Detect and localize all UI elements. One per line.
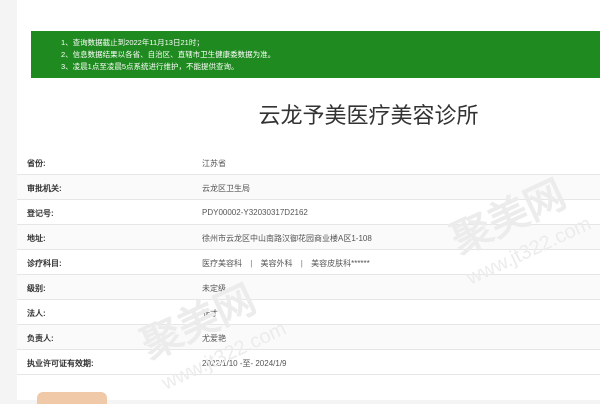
department-separator: | (300, 259, 303, 268)
department-item: 美容外科 (260, 259, 293, 268)
info-row-registration-number: 登记号: PDY00002-Y32030317D2162 (17, 200, 600, 225)
info-row-province: 省份: 江苏省 (17, 150, 600, 175)
row-label: 负责人: (27, 334, 54, 343)
notice-line: 1、查询数据截止到2022年11月13日21时； (61, 38, 204, 47)
notice-line: 3、凌晨1点至凌晨5点系统进行维护，不能提供查询。 (61, 62, 239, 71)
row-label: 登记号: (27, 209, 54, 218)
row-label: 诊疗科目: (27, 259, 62, 268)
department-item: 美容皮肤科****** (311, 259, 370, 268)
info-row-departments: 诊疗科目: 医疗美容科 | 美容外科 | 美容皮肤科****** (17, 250, 600, 275)
row-label: 法人: (27, 309, 46, 318)
row-value: 尤爱艳 (202, 334, 226, 343)
clinic-info-table: 省份: 江苏省 审批机关: 云龙区卫生局 登记号: PDY00002-Y3203… (17, 150, 600, 375)
row-label: 执业许可证有效期: (27, 359, 94, 368)
page-container: 1、查询数据截止到2022年11月13日21时； 2、信息数据结果以各省、自治区… (17, 0, 600, 404)
row-value: 云龙区卫生局 (202, 184, 250, 193)
department-item: 医疗美容科 (202, 259, 242, 268)
info-row-legal-person: 法人: 张才 (17, 300, 600, 325)
row-label: 省份: (27, 159, 46, 168)
info-row-person-in-charge: 负责人: 尤爱艳 (17, 325, 600, 350)
clinic-title: 云龙予美医疗美容诊所 (258, 103, 479, 128)
row-label: 地址: (27, 234, 46, 243)
row-label: 审批机关: (27, 184, 62, 193)
info-row-license-validity: 执业许可证有效期: 2022/1/10 -至- 2024/1/9 (17, 350, 600, 375)
row-value: 徐州市云龙区中山南路汉御花园商业楼A区1-108 (202, 234, 372, 243)
info-row-approval-authority: 审批机关: 云龙区卫生局 (17, 175, 600, 200)
site-logo-icon (37, 392, 107, 404)
row-label: 级别: (27, 284, 46, 293)
row-value: 医疗美容科 | 美容外科 | 美容皮肤科****** (202, 258, 370, 269)
row-value: 未定级 (202, 284, 226, 293)
row-value: 江苏省 (202, 159, 226, 168)
query-notice-banner: 1、查询数据截止到2022年11月13日21时； 2、信息数据结果以各省、自治区… (31, 31, 600, 78)
department-separator: | (250, 259, 253, 268)
row-value: 张才 (202, 309, 218, 318)
notice-line: 2、信息数据结果以各省、自治区、直辖市卫生健康委数据为准。 (61, 50, 276, 59)
info-row-level: 级别: 未定级 (17, 275, 600, 300)
row-value: 2022/1/10 -至- 2024/1/9 (202, 359, 287, 368)
info-row-address: 地址: 徐州市云龙区中山南路汉御花园商业楼A区1-108 (17, 225, 600, 250)
row-value: PDY00002-Y32030317D2162 (202, 208, 308, 217)
